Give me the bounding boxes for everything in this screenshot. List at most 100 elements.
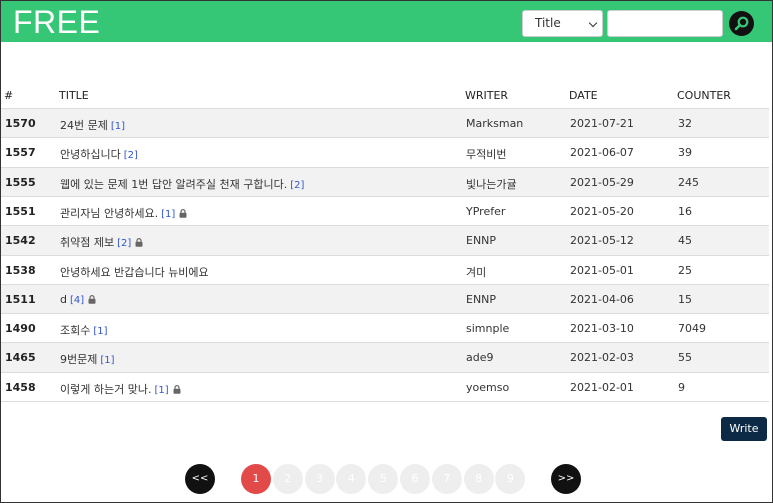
post-date: 2021-04-06	[570, 292, 634, 306]
search-icon	[734, 16, 749, 31]
comment-count: [2]	[290, 179, 305, 191]
lock-icon	[173, 384, 181, 397]
page-button-7[interactable]: 7	[431, 464, 462, 494]
title-cell: 9번문제 [1]	[60, 351, 115, 367]
post-number: 1490	[5, 322, 36, 336]
post-writer: ENNP	[466, 234, 497, 248]
post-counter: 15	[678, 292, 692, 306]
page-button-3[interactable]: 3	[304, 464, 335, 494]
table-row[interactable]: 1551 관리자님 안녕하세요. [1] YPrefer 2021-05-20 16	[1, 197, 769, 226]
title-cell: 관리자님 안녕하세요. [1]	[60, 205, 187, 221]
post-number: 1542	[5, 234, 36, 248]
post-title[interactable]: 취약점 제보	[60, 236, 114, 249]
search-type-label: Title	[535, 16, 561, 30]
post-title[interactable]: 웹에 있는 문제 1번 답안 알려주실 천재 구합니다.	[60, 178, 287, 191]
post-number: 1570	[5, 117, 36, 130]
post-date: 2021-03-10	[570, 322, 634, 336]
post-number: 1551	[5, 204, 36, 218]
row-divider	[1, 401, 769, 402]
table-row[interactable]: 1555 웹에 있는 문제 1번 답안 알려주실 천재 구합니다. [2] 빛나는가귤…	[1, 167, 769, 197]
post-writer: YPrefer	[466, 204, 506, 218]
column-header-counter: COUNTER	[677, 89, 731, 102]
post-number: 1511	[5, 292, 36, 306]
post-writer: 무적비번	[466, 148, 507, 162]
table-row[interactable]: 1570 24번 문제 [1] Marksman 2021-07-21 32	[1, 109, 769, 138]
table-row[interactable]: 1465 9번문제 [1] ade9 2021-02-03 55	[1, 343, 769, 373]
post-counter: 55	[678, 351, 692, 365]
post-title[interactable]: 24번 문제	[60, 119, 108, 132]
comment-count: [1]	[100, 355, 115, 367]
post-number: 1555	[5, 175, 36, 189]
page-button-5[interactable]: 5	[368, 464, 399, 494]
post-writer: yoemso	[466, 380, 510, 394]
comment-count: [1]	[93, 326, 108, 338]
post-counter: 39	[678, 146, 692, 160]
header-bar: FREE Title	[1, 1, 772, 42]
page-button-1[interactable]: 1	[241, 464, 271, 494]
title-cell: 웹에 있는 문제 1번 답안 알려주실 천재 구합니다. [2]	[60, 176, 304, 192]
comment-count: [1]	[154, 384, 169, 396]
title-cell: 취약점 제보 [2]	[60, 234, 143, 250]
title-cell: 24번 문제 [1]	[60, 117, 125, 133]
search-input[interactable]	[607, 10, 723, 37]
table-row[interactable]: 1538 안녕하세요 반갑습니다 뉴비에요 겨미 2021-05-01 25	[1, 256, 769, 285]
post-number: 1465	[5, 351, 36, 365]
next-page-button[interactable]: >>	[551, 464, 581, 494]
search-type-select[interactable]: Title	[522, 10, 603, 37]
table-row[interactable]: 1490 조회수 [1] simnple 2021-03-10 7049	[1, 314, 769, 343]
lock-icon	[135, 237, 143, 250]
post-title[interactable]: 안녕하세요 반갑습니다 뉴비에요	[60, 266, 209, 279]
post-date: 2021-02-03	[570, 351, 634, 365]
post-title[interactable]: 이렇게 하는거 맞나.	[60, 383, 151, 396]
post-writer: Marksman	[466, 117, 524, 130]
lock-icon	[88, 294, 96, 307]
post-date: 2021-06-07	[570, 146, 634, 160]
post-date: 2021-07-21	[570, 117, 634, 130]
column-header-date: DATE	[569, 89, 598, 102]
search-button[interactable]	[729, 11, 754, 36]
post-writer: 겨미	[466, 265, 487, 279]
comment-count: [2]	[123, 150, 138, 162]
post-title[interactable]: 9번문제	[60, 353, 97, 366]
post-title[interactable]: 안녕하십니다	[60, 148, 121, 161]
write-button[interactable]: Write	[721, 417, 767, 441]
post-counter: 45	[678, 234, 692, 248]
table-row[interactable]: 1542 취약점 제보 [2] ENNP 2021-05-12 45	[1, 226, 769, 256]
post-counter: 7049	[678, 322, 706, 336]
post-writer: ENNP	[466, 292, 497, 306]
table-row[interactable]: 1511 d [4] ENNP 2021-04-06 15	[1, 284, 769, 314]
post-title[interactable]: 조회수	[60, 324, 90, 337]
post-writer: simnple	[466, 322, 510, 336]
post-writer: ade9	[466, 351, 494, 365]
prev-page-button[interactable]: <<	[185, 464, 215, 494]
post-title[interactable]: 관리자님 안녕하세요.	[60, 207, 158, 220]
post-counter: 25	[678, 263, 692, 277]
column-header-num: #	[4, 89, 14, 102]
title-cell: d [4]	[60, 293, 96, 307]
page-button-2[interactable]: 2	[272, 464, 303, 494]
comment-count: [4]	[69, 294, 85, 306]
table-row[interactable]: 1557 안녕하십니다 [2] 무적비번 2021-06-07 39	[1, 138, 769, 167]
column-header-writer: WRITER	[465, 89, 509, 102]
post-date: 2021-05-29	[570, 175, 634, 189]
post-counter: 32	[678, 117, 692, 130]
post-date: 2021-02-01	[570, 380, 634, 394]
title-cell: 조회수 [1]	[60, 322, 108, 338]
post-date: 2021-05-12	[570, 234, 634, 248]
table-row[interactable]: 1458 이렇게 하는거 맞나. [1] yoemso 2021-02-01 9	[1, 373, 769, 402]
comment-count: [1]	[161, 208, 176, 220]
comment-count: [1]	[110, 121, 126, 132]
page-button-6[interactable]: 6	[400, 464, 430, 494]
post-number: 1458	[5, 380, 36, 394]
post-title[interactable]: d	[60, 293, 67, 306]
post-number: 1557	[5, 146, 36, 160]
title-cell: 안녕하십니다 [2]	[60, 146, 138, 162]
title-cell: 이렇게 하는거 맞나. [1]	[60, 381, 181, 397]
page-button-8[interactable]: 8	[463, 464, 494, 494]
post-writer: 빛나는가귤	[466, 177, 517, 191]
post-number: 1538	[5, 263, 36, 277]
post-date: 2021-05-20	[570, 204, 634, 218]
post-counter: 9	[678, 380, 685, 394]
title-cell: 안녕하세요 반갑습니다 뉴비에요	[60, 264, 209, 280]
post-date: 2021-05-01	[570, 263, 634, 277]
